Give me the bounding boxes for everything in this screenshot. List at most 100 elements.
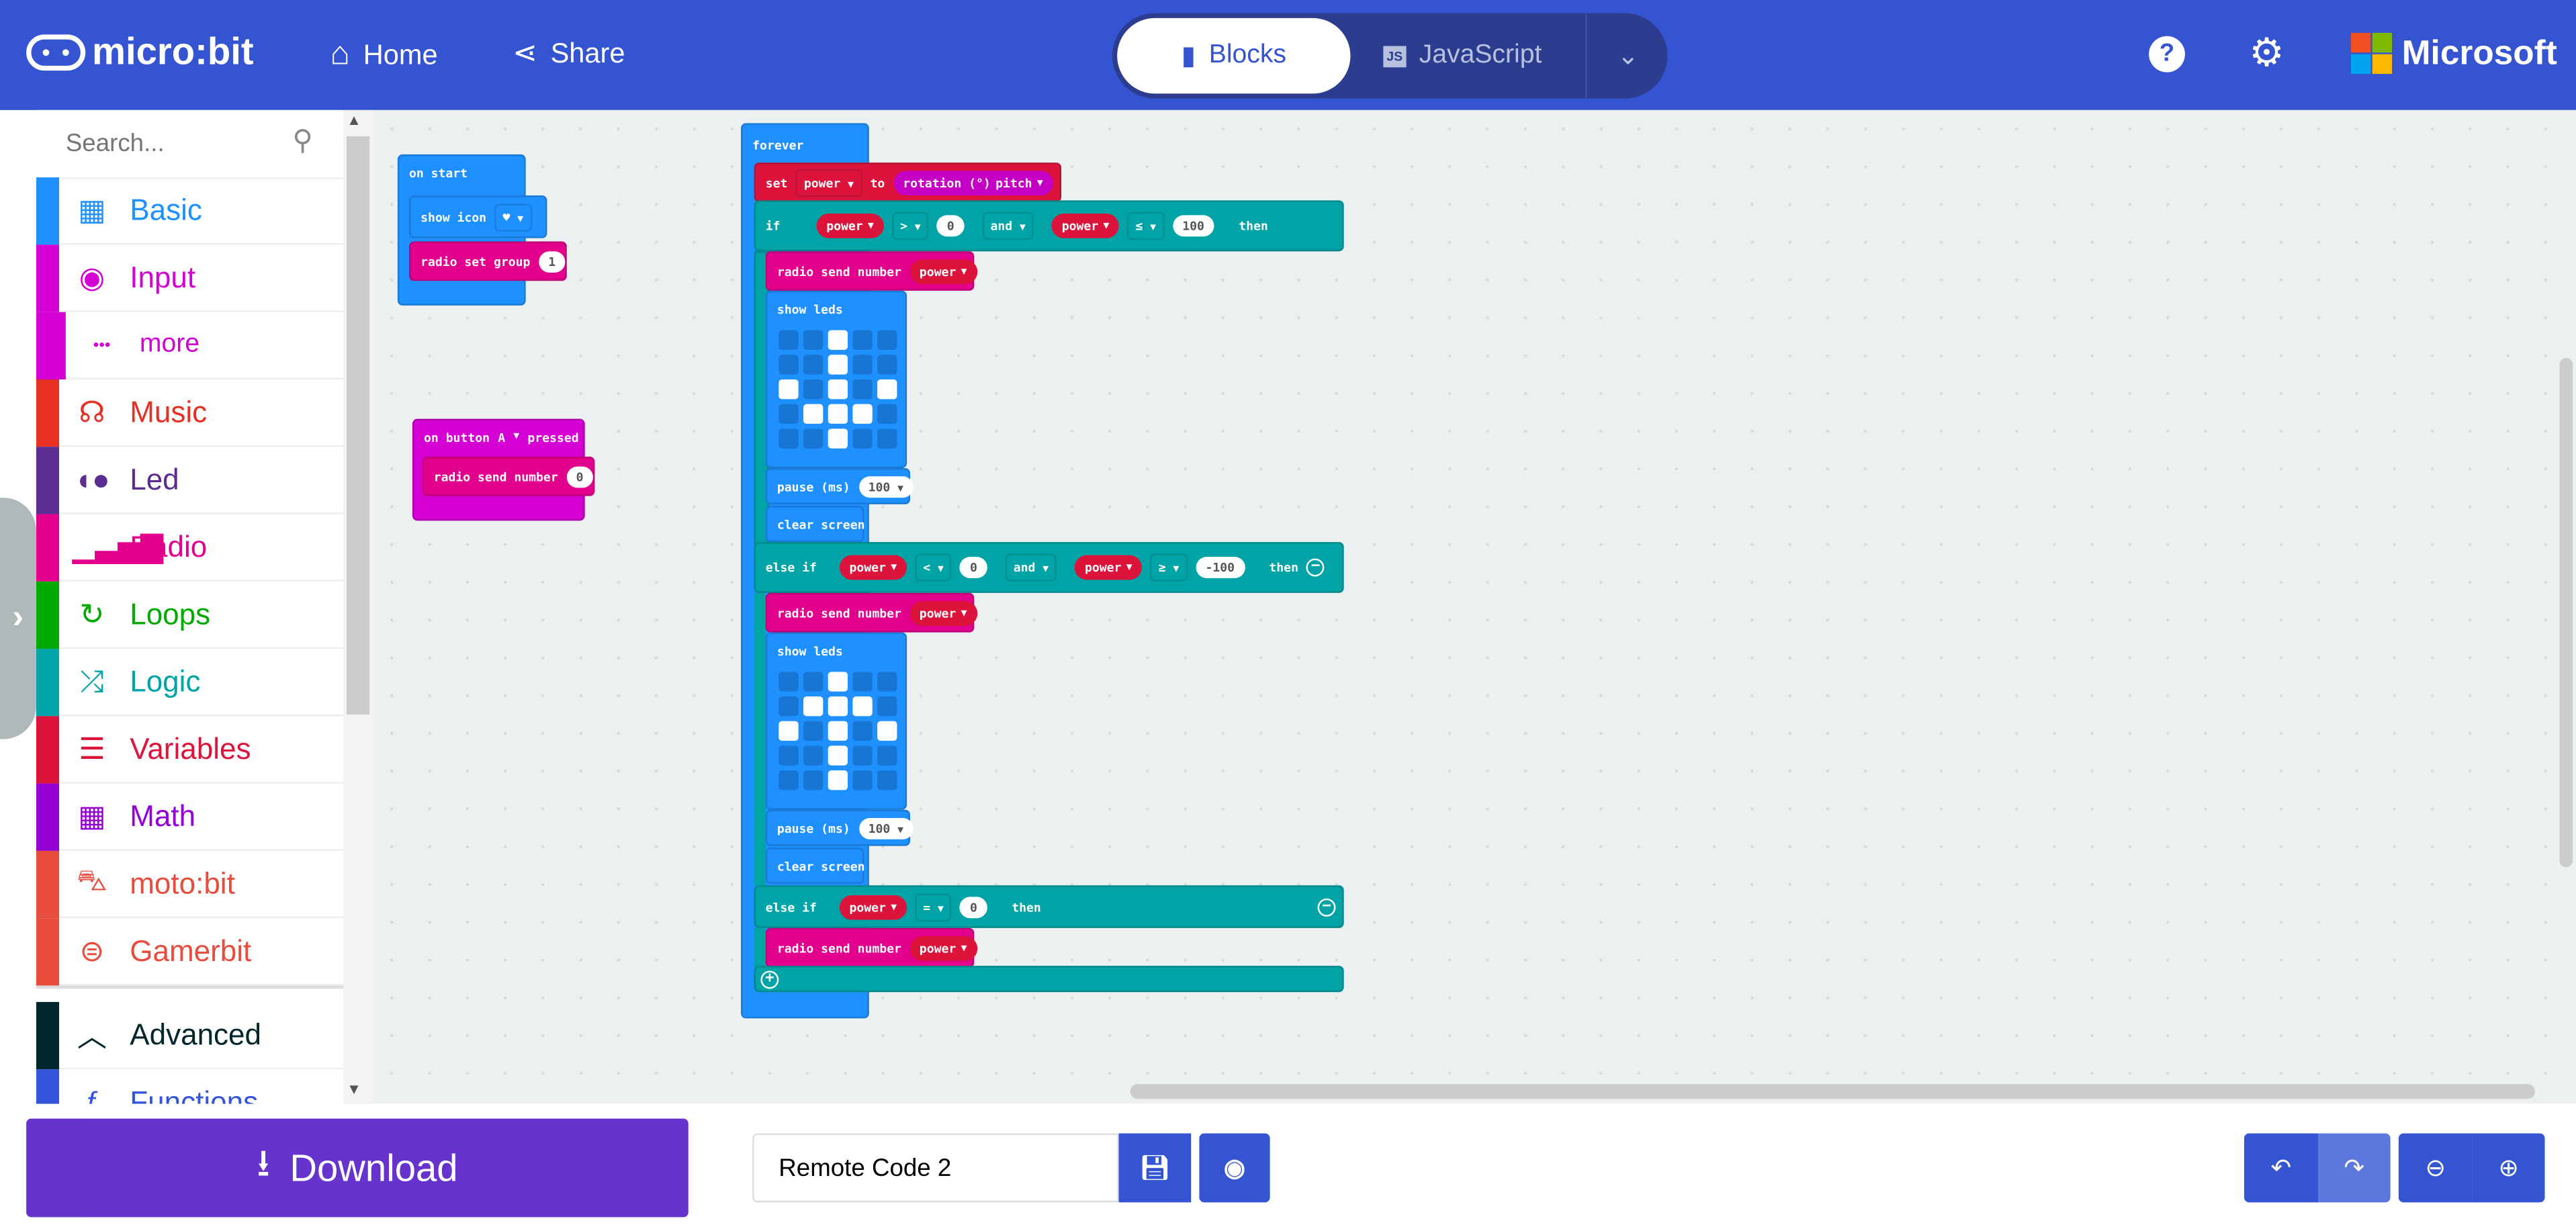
comparison-dropdown[interactable]: = ▼	[915, 893, 952, 921]
workspace-horizontal-scrollbar[interactable]	[1130, 1084, 2535, 1099]
microsoft-logo[interactable]: Microsoft	[2350, 32, 2557, 75]
led-cell[interactable]	[779, 745, 799, 766]
led-cell[interactable]	[877, 379, 897, 400]
led-cell[interactable]	[779, 770, 799, 790]
led-cell[interactable]	[852, 379, 873, 400]
show-icon-block[interactable]: show icon ♥ ▼	[409, 195, 547, 238]
led-cell[interactable]	[803, 745, 824, 766]
led-cell[interactable]	[828, 770, 848, 790]
zoom-out-button[interactable]: ⊖	[2398, 1133, 2473, 1203]
led-cell[interactable]	[828, 672, 848, 692]
led-cell[interactable]	[828, 330, 848, 350]
power-variable[interactable]: power ▼	[839, 894, 907, 919]
led-cell[interactable]	[828, 721, 848, 741]
led-cell[interactable]	[828, 428, 848, 449]
remove-branch-icon[interactable]: −	[1317, 897, 1336, 916]
undo-button[interactable]: ↶	[2244, 1133, 2319, 1203]
radio-send-number-block[interactable]: radio send number power ▼	[765, 251, 977, 291]
led-cell[interactable]	[828, 696, 848, 717]
search-input[interactable]	[62, 128, 283, 160]
led-cell[interactable]	[877, 696, 897, 717]
led-cell[interactable]	[803, 770, 824, 790]
category-functions[interactable]: ƒ Functions	[36, 1069, 343, 1104]
zoom-in-button[interactable]: ⊕	[2472, 1133, 2545, 1203]
clear-screen-block[interactable]: clear screen	[765, 506, 864, 543]
if-block[interactable]: if power ▼ > ▼ 0 and ▼ power ▼ ≤ ▼ 100 the…	[754, 200, 1344, 252]
led-cell[interactable]	[803, 355, 824, 375]
rotation-block[interactable]: rotation (°) pitch ▼	[893, 170, 1053, 195]
set-variable-block[interactable]: set power ▼ to rotation (°) pitch ▼	[754, 163, 1061, 202]
pause-block[interactable]: pause (ms) 100 ▼	[765, 468, 914, 504]
led-cell[interactable]	[779, 672, 799, 692]
home-button[interactable]: ⌂ Home	[330, 36, 438, 74]
toolbox-scrollbar-thumb[interactable]	[347, 136, 370, 715]
led-cell[interactable]	[803, 721, 824, 741]
power-variable[interactable]: power ▼	[1075, 555, 1143, 580]
number-input[interactable]: 0	[937, 215, 965, 237]
help-icon[interactable]: ?	[2149, 36, 2185, 73]
led-cell[interactable]	[779, 330, 799, 350]
else-if-block[interactable]: else if power ▼ < ▼ 0 and ▼ power ▼ ≥ ▼ -1…	[754, 542, 1344, 593]
led-cell[interactable]	[828, 355, 848, 375]
radio-send-number-block[interactable]: radio send number power ▼	[765, 927, 977, 968]
category-input[interactable]: ◉ Input	[36, 244, 344, 312]
category-led[interactable]: ◖● Led	[36, 447, 344, 514]
led-cell[interactable]	[877, 672, 897, 692]
scroll-up-icon[interactable]: ▲	[347, 111, 361, 128]
led-cell[interactable]	[779, 355, 799, 375]
category-loops[interactable]: ↻ Loops	[36, 581, 344, 649]
toolbox-collapse-tab[interactable]: ›	[0, 498, 36, 739]
led-cell[interactable]	[852, 721, 873, 741]
download-button[interactable]: ⭳ Download	[26, 1118, 689, 1218]
radio-send-number-block[interactable]: radio send number power ▼	[765, 592, 977, 633]
comparison-dropdown[interactable]: ≤ ▼	[1127, 212, 1165, 240]
pause-value-dropdown[interactable]: 100 ▼	[858, 817, 914, 839]
led-cell[interactable]	[779, 428, 799, 449]
number-input[interactable]: 0	[960, 896, 987, 917]
led-cell[interactable]	[779, 379, 799, 400]
gear-icon[interactable]: ⚙	[2249, 30, 2284, 77]
category-basic[interactable]: ▦ Basic	[36, 177, 344, 245]
category-advanced[interactable]: ︿ Advanced	[36, 1001, 344, 1070]
led-cell[interactable]	[877, 428, 897, 449]
led-cell[interactable]	[877, 721, 897, 741]
led-cell[interactable]	[852, 745, 873, 766]
led-cell[interactable]	[779, 696, 799, 717]
led-cell[interactable]	[803, 428, 824, 449]
send-value-input[interactable]: 0	[566, 465, 594, 488]
led-cell[interactable]	[852, 696, 873, 717]
category-motobit[interactable]: ⛍ moto:bit	[36, 850, 344, 919]
workspace-vertical-scrollbar[interactable]	[2559, 358, 2573, 868]
led-cell[interactable]	[852, 330, 873, 350]
add-branch-icon[interactable]: +	[760, 970, 779, 989]
remove-branch-icon[interactable]: −	[1306, 558, 1325, 577]
pause-value-dropdown[interactable]: 100 ▼	[858, 475, 914, 497]
led-cell[interactable]	[852, 428, 873, 449]
tab-javascript[interactable]: JS JavaScript	[1383, 13, 1542, 99]
led-cell[interactable]	[877, 330, 897, 350]
save-button[interactable]: 💾︎	[1118, 1133, 1192, 1203]
tab-blocks[interactable]: ▮ Blocks	[1117, 17, 1351, 94]
led-cell[interactable]	[852, 672, 873, 692]
power-variable[interactable]: power ▼	[839, 555, 907, 580]
icon-dropdown[interactable]: ♥ ▼	[494, 203, 532, 231]
led-cell[interactable]	[779, 721, 799, 741]
led-cell[interactable]	[803, 404, 824, 424]
pause-block[interactable]: pause (ms) 100 ▼	[765, 809, 914, 846]
led-cell[interactable]	[779, 404, 799, 424]
clear-screen-block[interactable]: clear screen	[765, 848, 864, 884]
category-music[interactable]: ☊ Music	[36, 379, 344, 447]
microbit-logo[interactable]: micro:bit	[26, 30, 254, 74]
else-if-block[interactable]: else if power ▼ = ▼ 0 then −	[754, 885, 1344, 928]
power-variable[interactable]: power ▼	[1052, 213, 1120, 238]
comparison-dropdown[interactable]: > ▼	[891, 212, 929, 240]
variable-dropdown[interactable]: power ▼	[795, 168, 862, 197]
led-cell[interactable]	[877, 745, 897, 766]
led-cell[interactable]	[803, 696, 824, 717]
github-button[interactable]: ◉	[1199, 1133, 1270, 1203]
search-icon[interactable]: ⚲	[292, 125, 312, 158]
comparison-dropdown[interactable]: ≥ ▼	[1150, 553, 1188, 582]
power-variable[interactable]: power ▼	[909, 935, 977, 960]
scroll-down-icon[interactable]: ▼	[347, 1081, 361, 1097]
and-dropdown[interactable]: and ▼	[1005, 553, 1057, 582]
